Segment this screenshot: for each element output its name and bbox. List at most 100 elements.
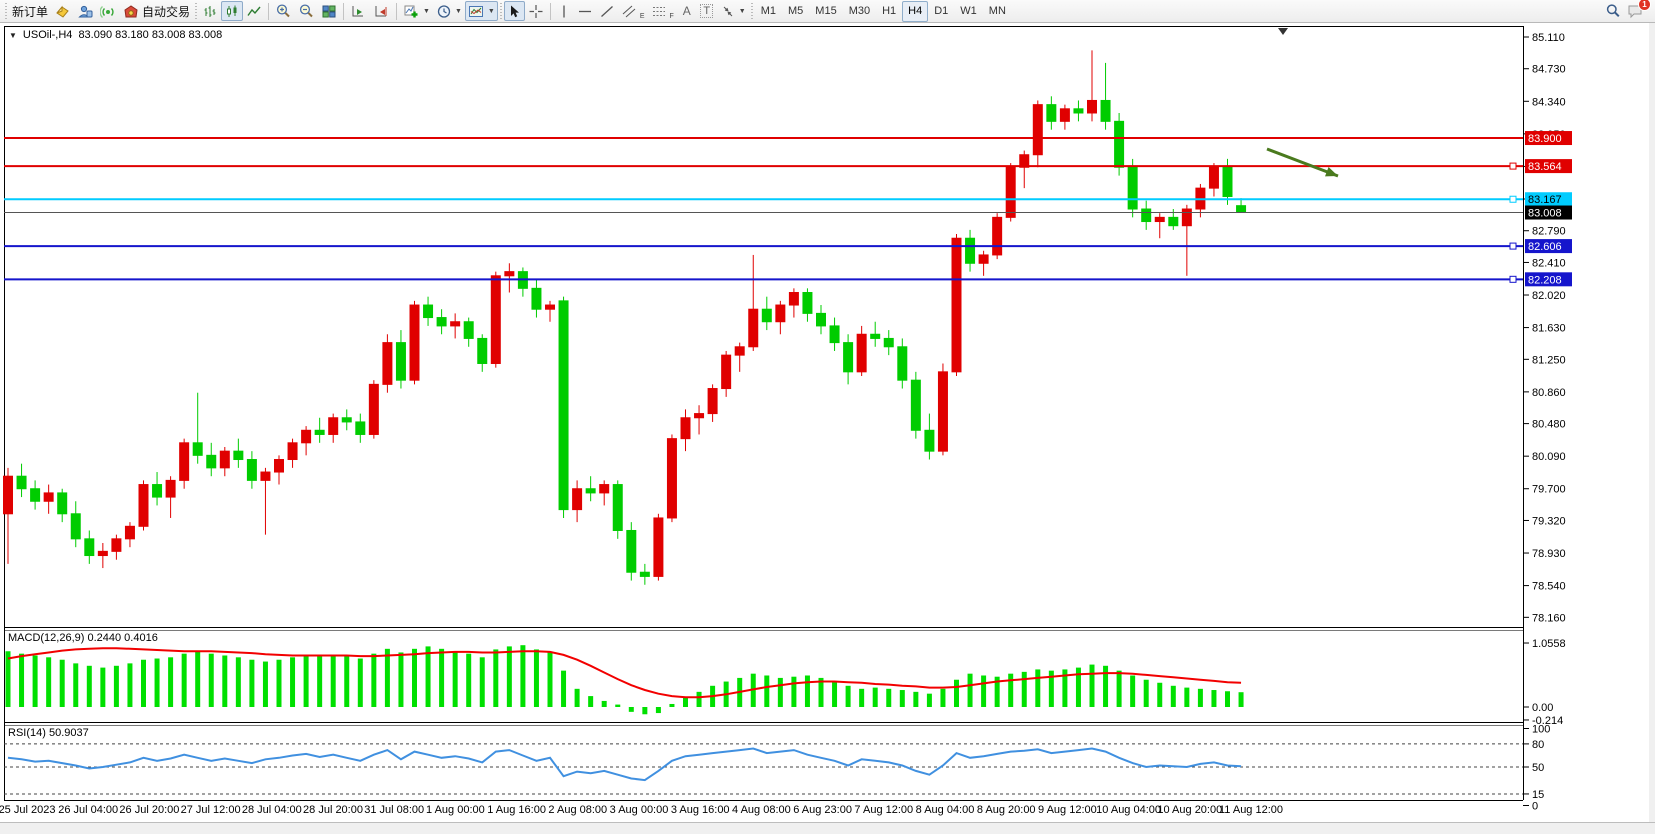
line-chart-icon — [246, 4, 262, 19]
cursor-icon — [507, 4, 522, 19]
svg-text:0.00: 0.00 — [1532, 702, 1553, 714]
svg-text:83.008: 83.008 — [1528, 208, 1562, 220]
toolbar-grip[interactable] — [751, 3, 753, 20]
svg-text:84.730: 84.730 — [1532, 64, 1566, 76]
timeframe-d1-button[interactable]: D1 — [928, 1, 954, 22]
signals-button[interactable] — [97, 1, 120, 21]
svg-text:100: 100 — [1532, 724, 1550, 736]
timeframe-m5-button[interactable]: M5 — [782, 1, 809, 22]
timeframe-m30-button[interactable]: M30 — [843, 1, 876, 22]
profile-button[interactable] — [74, 1, 97, 21]
svg-text:9 Aug 12:00: 9 Aug 12:00 — [1038, 804, 1097, 816]
chart-canvas[interactable]: 85.11084.73084.34083.95083.56083.17082.7… — [0, 0, 1655, 833]
notifications-button[interactable]: 1 — [1624, 1, 1647, 21]
fibonacci-icon — [651, 4, 668, 19]
tile-windows-icon — [321, 4, 337, 19]
dropdown-caret-icon: ▼ — [455, 8, 462, 15]
channel-sub-label: E — [640, 13, 645, 20]
hline-tool-button[interactable] — [574, 1, 596, 21]
svg-text:15: 15 — [1532, 789, 1544, 801]
timeframe-h4-button[interactable]: H4 — [902, 1, 928, 22]
svg-text:1 Aug 00:00: 1 Aug 00:00 — [426, 804, 485, 816]
svg-text:0: 0 — [1532, 801, 1538, 813]
timeframe-h1-button[interactable]: H1 — [876, 1, 902, 22]
indicators-button[interactable]: ▼ — [400, 1, 433, 21]
trendline-tool-button[interactable] — [596, 1, 618, 21]
arrows-icon — [720, 4, 736, 19]
text-tool-button[interactable]: A — [677, 1, 697, 21]
tile-windows-button[interactable] — [318, 1, 340, 21]
svg-text:28 Jul 20:00: 28 Jul 20:00 — [303, 804, 363, 816]
zoom-in-icon — [275, 3, 292, 19]
vline-tool-button[interactable] — [554, 1, 574, 21]
zoom-out-button[interactable] — [295, 1, 318, 21]
svg-text:80: 80 — [1532, 739, 1544, 751]
text-label-tool-button[interactable]: T — [697, 1, 717, 21]
equidistant-channel-icon — [621, 4, 638, 19]
svg-text:84.340: 84.340 — [1532, 96, 1566, 108]
fibo-sub-label: F — [670, 13, 674, 20]
text-tool-icon: A — [683, 4, 691, 18]
svg-text:4 Aug 08:00: 4 Aug 08:00 — [732, 804, 791, 816]
svg-text:8 Aug 04:00: 8 Aug 04:00 — [916, 804, 975, 816]
indicators-add-icon — [403, 4, 420, 19]
new-order-button[interactable]: 新订单 — [9, 1, 51, 21]
dropdown-caret-icon: ▼ — [488, 8, 495, 15]
zoom-in-button[interactable] — [272, 1, 295, 21]
svg-text:82.020: 82.020 — [1532, 290, 1566, 302]
channel-tool-button[interactable]: E — [618, 1, 648, 21]
svg-text:79.700: 79.700 — [1532, 484, 1566, 496]
time-axis: 25 Jul 202326 Jul 04:0026 Jul 20:0027 Ju… — [0, 804, 1283, 816]
toolbar-grip[interactable] — [500, 3, 502, 20]
svg-text:82.790: 82.790 — [1532, 226, 1566, 238]
candlestick-icon — [224, 4, 240, 19]
svg-text:78.930: 78.930 — [1532, 548, 1566, 560]
timeframe-mn-button[interactable]: MN — [983, 1, 1012, 22]
bar-chart-button[interactable] — [199, 1, 221, 21]
profile-icon — [77, 4, 94, 19]
svg-text:78.160: 78.160 — [1532, 612, 1566, 624]
horizontal-line-icon — [577, 4, 593, 19]
fibonacci-tool-button[interactable]: F — [648, 1, 677, 21]
dropdown-caret-icon: ▼ — [423, 8, 430, 15]
order-history-icon-button[interactable] — [51, 1, 74, 21]
market-icon — [123, 4, 140, 19]
chart-menu-icon[interactable]: ▼ — [9, 31, 17, 40]
text-label-tool-icon: T — [700, 4, 713, 18]
svg-text:80.480: 80.480 — [1532, 419, 1566, 431]
candlestick-chart-button[interactable] — [221, 1, 243, 21]
templates-button[interactable]: ▼ — [465, 1, 498, 21]
chart-title: ▼ USOil-,H4 83.090 83.180 83.008 83.008 — [9, 29, 222, 41]
svg-text:31 Jul 08:00: 31 Jul 08:00 — [364, 804, 424, 816]
toolbar-separator — [343, 3, 344, 20]
zoom-out-icon — [298, 3, 315, 19]
toolbar-grip[interactable] — [5, 3, 7, 20]
signals-icon — [100, 4, 117, 19]
cursor-tool-button[interactable] — [504, 1, 525, 21]
svg-text:83.167: 83.167 — [1528, 194, 1562, 206]
line-chart-button[interactable] — [243, 1, 265, 21]
svg-text:1.0558: 1.0558 — [1532, 638, 1566, 650]
svg-text:10 Aug 04:00: 10 Aug 04:00 — [1096, 804, 1161, 816]
timeframe-m15-button[interactable]: M15 — [809, 1, 842, 22]
trendline-icon — [599, 4, 615, 19]
svg-text:2 Aug 08:00: 2 Aug 08:00 — [548, 804, 607, 816]
timeframe-m1-button[interactable]: M1 — [755, 1, 782, 22]
crosshair-tool-button[interactable] — [525, 1, 547, 21]
search-button[interactable] — [1602, 1, 1624, 21]
periods-button[interactable]: ▼ — [433, 1, 465, 21]
toolbar-grip[interactable] — [195, 3, 197, 20]
svg-text:83.564: 83.564 — [1528, 161, 1562, 173]
svg-text:11 Aug 12:00: 11 Aug 12:00 — [1219, 804, 1283, 816]
auto-scroll-button[interactable] — [347, 1, 370, 21]
svg-text:26 Jul 04:00: 26 Jul 04:00 — [58, 804, 118, 816]
arrows-tool-button[interactable]: ▼ — [717, 1, 749, 21]
svg-text:3 Aug 00:00: 3 Aug 00:00 — [610, 804, 669, 816]
timeframe-w1-button[interactable]: W1 — [954, 1, 983, 22]
svg-text:28 Jul 04:00: 28 Jul 04:00 — [242, 804, 302, 816]
toolbar-separator — [550, 3, 551, 20]
chart-ohlc-values: 83.090 83.180 83.008 83.008 — [78, 29, 222, 41]
chart-shift-button[interactable] — [370, 1, 393, 21]
new-order-label: 新订单 — [12, 3, 48, 20]
auto-trading-button[interactable]: 自动交易 — [120, 1, 193, 21]
